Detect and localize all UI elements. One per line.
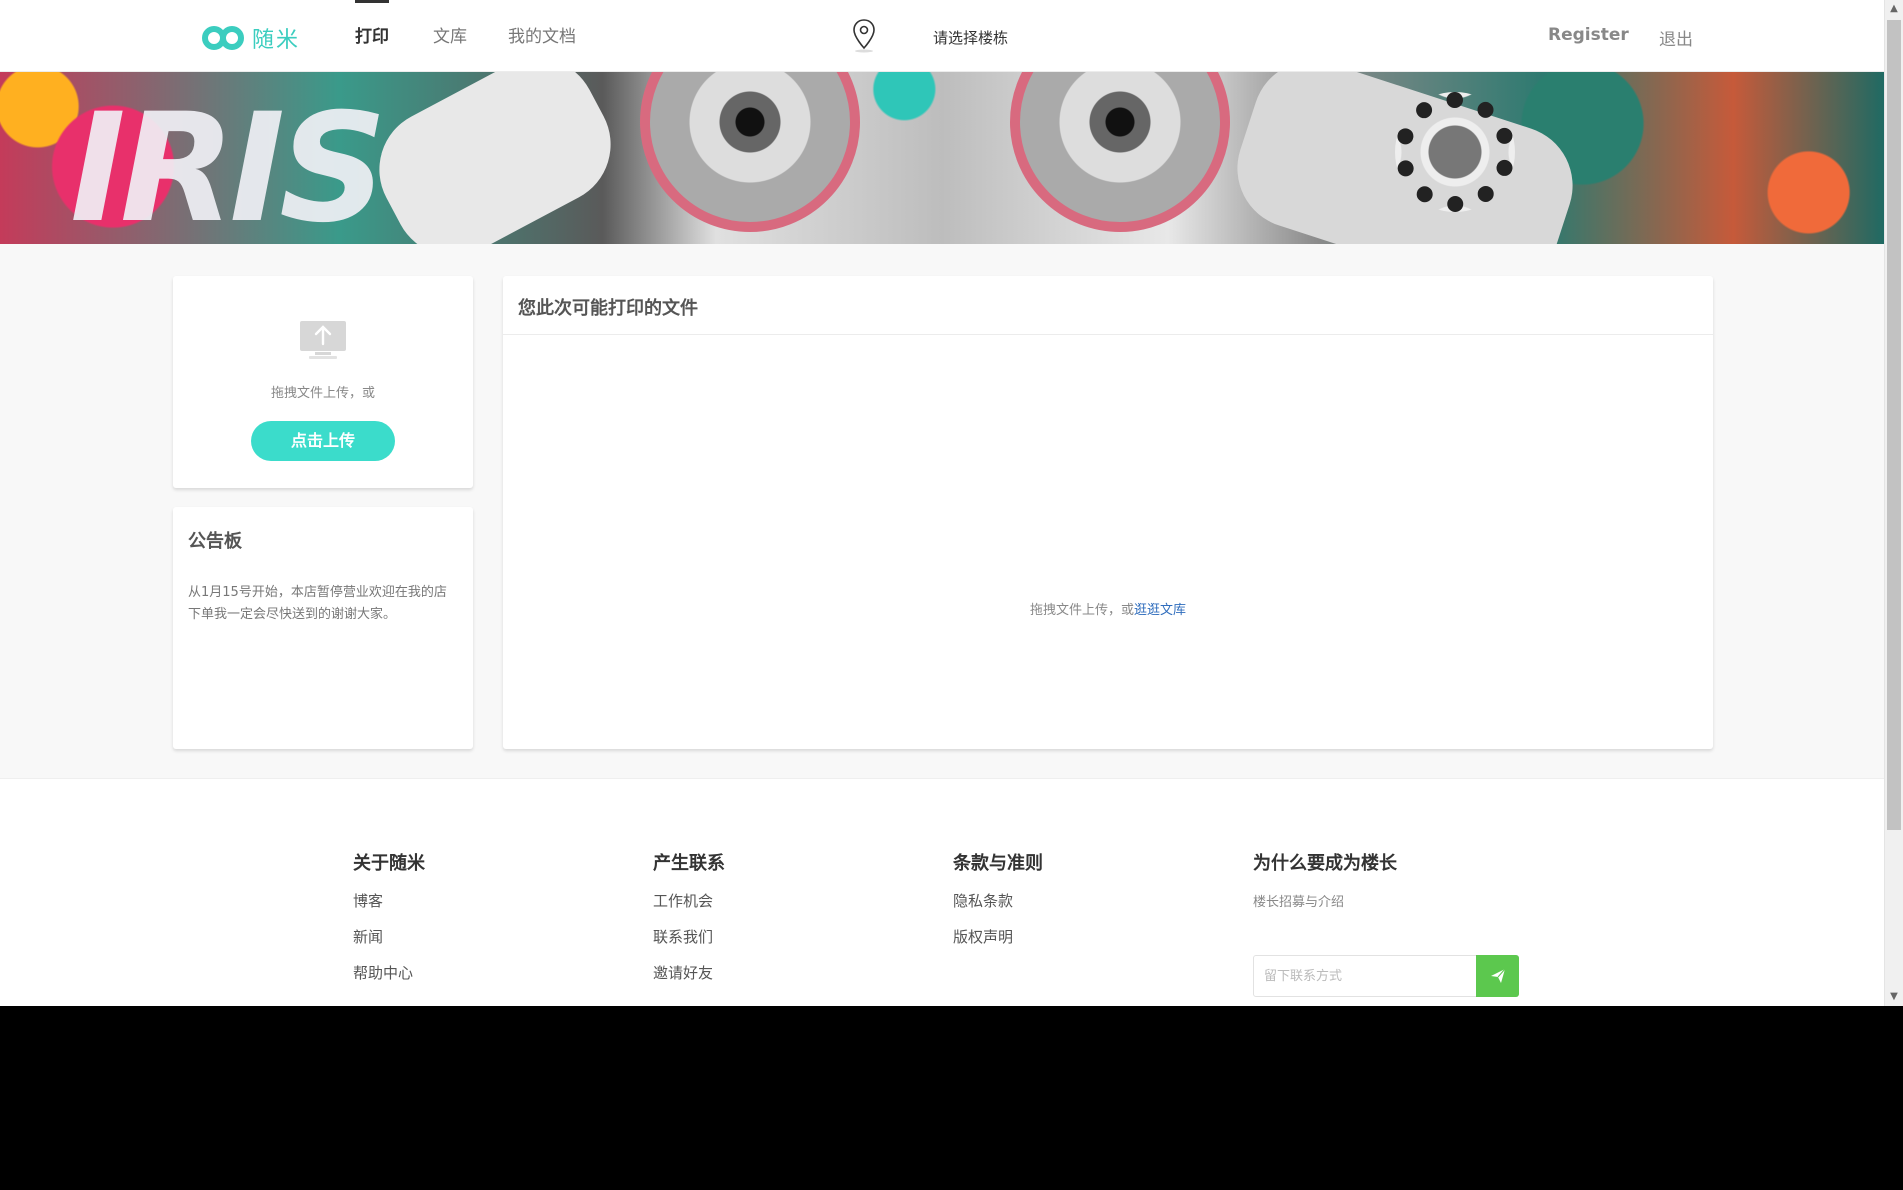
browser-viewport: 随米 打印 文库 我的文档 请选择楼栋 Register 退出 IRIS 拖拽文… [0,0,1903,1006]
vertical-scrollbar[interactable]: ▲ ▼ [1884,0,1903,1006]
footer-col-manager: 为什么要成为楼长 楼长招募与介绍 [1253,849,1397,910]
banner-title: IRIS [70,82,387,244]
location-pin-icon[interactable] [851,18,877,54]
top-navbar: 随米 打印 文库 我的文档 请选择楼栋 Register 退出 [0,0,1884,72]
footer-col-contact: 产生联系 工作机会 联系我们 邀请好友 [653,849,725,999]
footer-link-copyright[interactable]: 版权声明 [953,927,1043,963]
footer-link-contact-us[interactable]: 联系我们 [653,927,725,963]
footer-link-jobs[interactable]: 工作机会 [653,891,725,927]
banner-eye-right [1010,72,1230,232]
footer-manager-intro-link[interactable]: 楼长招募与介绍 [1253,895,1344,910]
upload-monitor-icon [300,321,346,359]
files-empty-text: 拖拽文件上传，或 [1029,603,1134,618]
contact-form [1253,955,1519,997]
scrollbar-thumb[interactable] [1887,20,1901,830]
register-link[interactable]: Register [1548,25,1629,45]
banner-ring [1395,92,1515,212]
footer: 关于随米 博客 新闻 帮助中心 产生联系 工作机会 联系我们 邀请好友 条款与准… [0,778,1884,1006]
footer-link-invite[interactable]: 邀请好友 [653,963,725,999]
footer-link-help[interactable]: 帮助中心 [353,963,425,999]
upload-hint: 拖拽文件上传，或 [270,386,375,401]
logo-text: 随米 [252,28,301,53]
bulletin-title: 公告板 [188,531,242,552]
footer-link-blog[interactable]: 博客 [353,891,425,927]
nav-my-documents[interactable]: 我的文档 [508,0,576,72]
send-button[interactable] [1476,955,1519,997]
scroll-down-arrow-icon[interactable]: ▼ [1885,988,1903,1006]
browse-library-link[interactable]: 逛逛文库 [1134,603,1186,618]
nav-print[interactable]: 打印 [355,0,389,72]
scroll-up-arrow-icon[interactable]: ▲ [1885,0,1903,18]
footer-link-news[interactable]: 新闻 [353,927,425,963]
upload-card[interactable]: 拖拽文件上传，或 点击上传 [173,276,473,488]
footer-col-about: 关于随米 博客 新闻 帮助中心 [353,849,425,999]
contact-input[interactable] [1254,956,1474,996]
logout-link[interactable]: 退出 [1659,25,1693,50]
files-panel-title: 您此次可能打印的文件 [518,298,698,319]
footer-col-terms: 条款与准则 隐私条款 版权声明 [953,849,1043,963]
footer-heading: 产生联系 [653,853,725,874]
footer-heading: 关于随米 [353,853,425,874]
nav-library[interactable]: 文库 [433,0,467,72]
banner-eye-left [640,72,860,232]
footer-heading: 条款与准则 [953,853,1043,874]
building-selector[interactable]: 请选择楼栋 [933,27,1008,48]
bulletin-text: 从1月15号开始，本店暂停营业欢迎在我的店下单我一定会尽快送到的谢谢大家。 [188,585,447,622]
divider [503,334,1713,335]
footer-link-privacy[interactable]: 隐私条款 [953,891,1043,927]
logo[interactable]: 随米 [202,22,300,54]
hero-banner: IRIS [0,72,1884,244]
footer-heading: 为什么要成为楼长 [1253,853,1397,874]
files-empty-state: 拖拽文件上传，或逛逛文库 [503,599,1713,618]
paper-plane-icon [1490,968,1505,983]
banner-hand-left [358,72,632,244]
logo-icon [202,24,244,52]
bulletin-board: 公告板 从1月15号开始，本店暂停营业欢迎在我的店下单我一定会尽快送到的谢谢大家… [173,507,473,749]
print-files-panel: 您此次可能打印的文件 拖拽文件上传，或逛逛文库 [503,276,1713,749]
upload-button[interactable]: 点击上传 [251,421,395,461]
